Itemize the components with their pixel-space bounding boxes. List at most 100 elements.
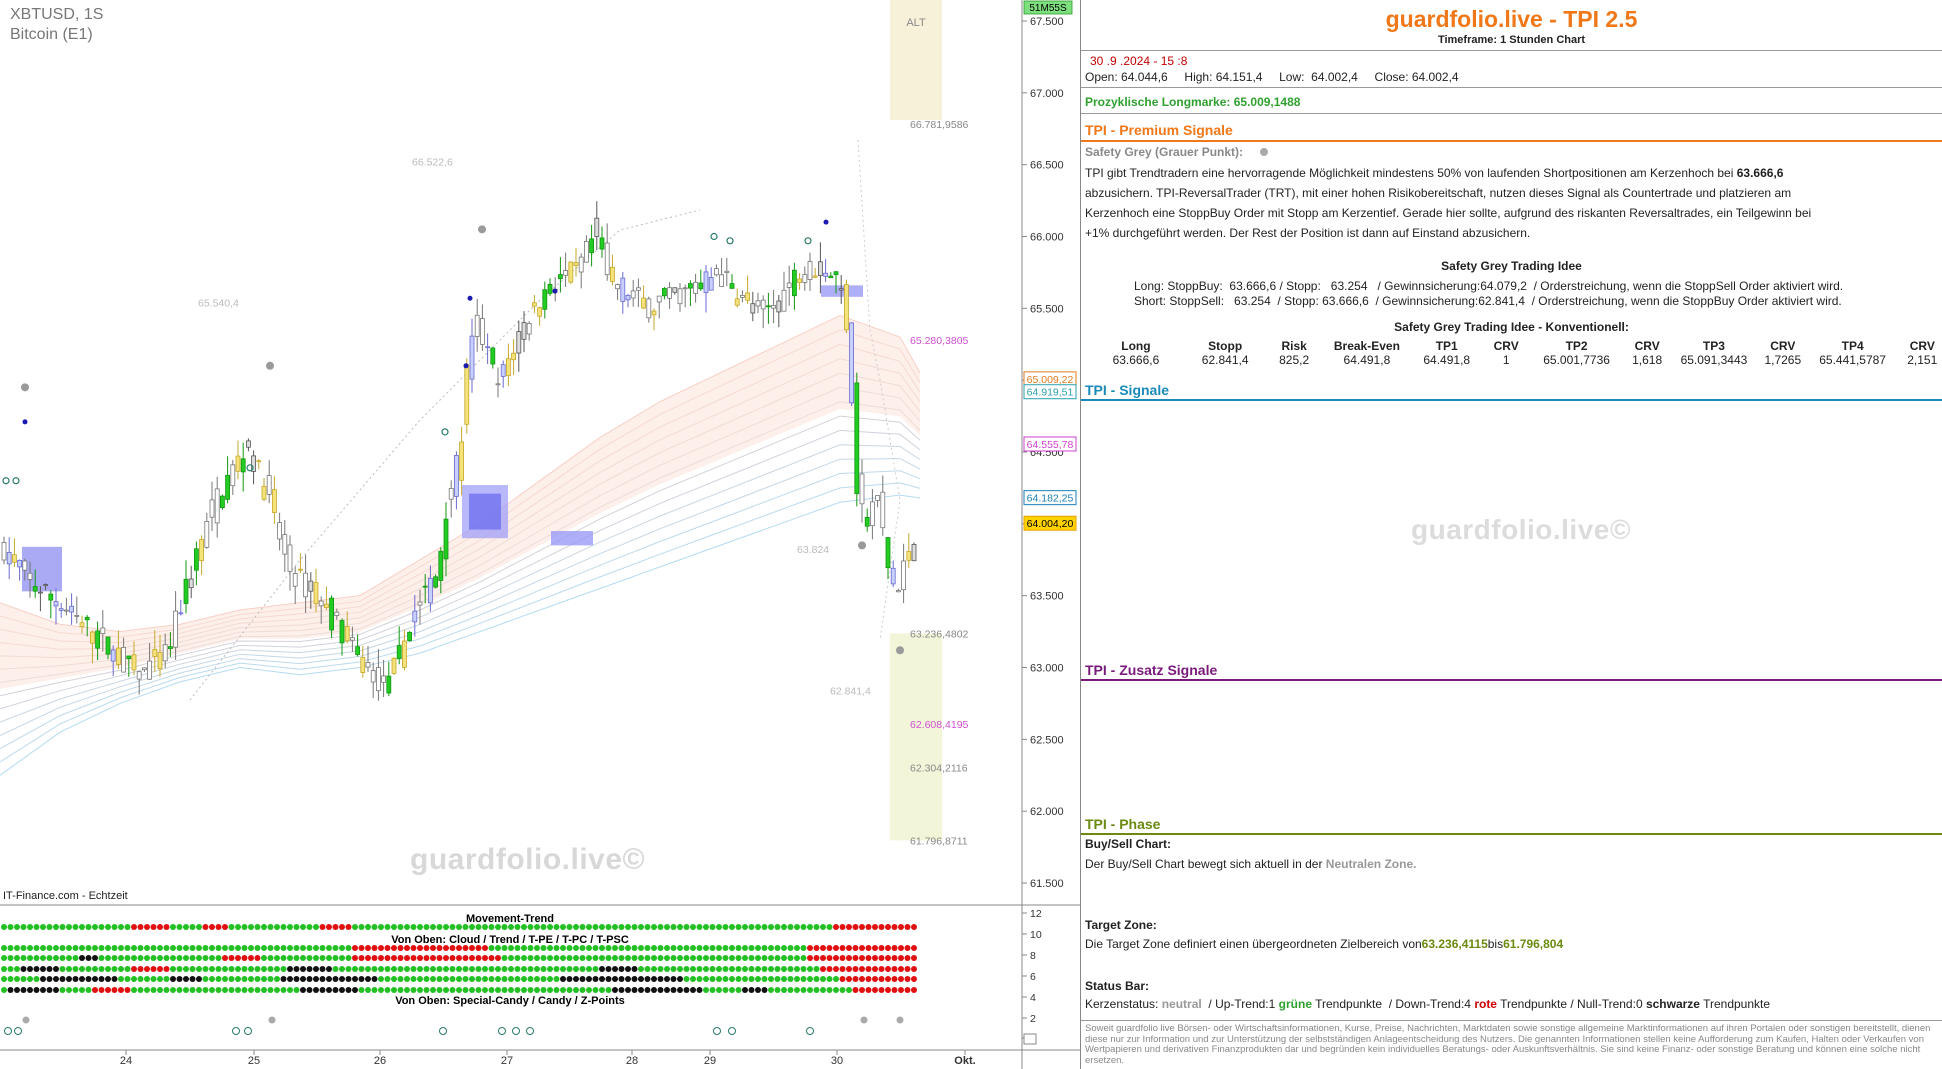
indicator-dot [501,924,508,930]
indicator-dot [371,924,378,930]
indicator-dot [241,924,248,930]
indicator-dot [371,976,378,982]
indicator-dot [144,976,150,982]
indicator-dot [436,987,443,993]
indicator-dot [319,966,326,972]
tpi-panel: guardfolio.live - TPI 2.5 Timeframe: 1 S… [1081,0,1942,1069]
indicator-dot [105,966,111,972]
candle-body [266,475,272,495]
indicator-dot [339,945,345,951]
indicator-dot [865,955,872,961]
indicator-dot [599,945,605,951]
indicator-dot [482,966,488,972]
indicator-dot [40,976,46,982]
divider [1081,87,1942,88]
z-point-ring [4,1027,12,1035]
indicator-dot [404,945,410,951]
indicator-dot [144,924,150,930]
indicator-dot [287,955,293,961]
konv-value: 64.491,8 [1343,353,1391,367]
konv-title: Safety Grey Trading Idee - Konventionell… [1394,320,1629,334]
indicator-dot [235,945,241,951]
candle-body [105,636,111,655]
candle-body [1,542,7,561]
indicator-dot [911,987,917,993]
indicator-dot [27,966,33,972]
indicator-dot [612,966,618,972]
indicator-dot [566,955,573,961]
indicator-dot [131,945,137,951]
indicator-dot [1,945,7,951]
indicator-dot [20,987,27,993]
indicator-dot [833,955,839,961]
indicator-dot [852,924,859,930]
indicator-dot [456,955,462,961]
indicator-dot [540,987,547,993]
candle-body [625,294,631,301]
candle-body [734,298,740,306]
indicator-dot [521,966,527,972]
indicator-dot [436,955,443,961]
level-label: 66.522,6 [412,156,453,168]
indicator-dot [813,945,820,951]
indicator-dot [144,987,150,993]
indicator-dot [274,924,280,930]
candle-body [256,460,262,463]
indicator-dot [898,966,904,972]
indicator-dot [527,924,534,930]
indicator-dot [176,976,183,982]
indicator-dot [14,945,20,951]
indicator-dot [397,945,404,951]
indicator-dot [657,945,664,951]
indicator-dot [319,987,326,993]
indicator-dot [20,945,27,951]
indicator-dot [202,987,209,993]
chart-area[interactable]: ALT 66.781,9586 65.280,3805 63.236,4802 62.6… [0,0,1081,1069]
candle-body [864,517,870,527]
price-chart[interactable]: ALT 66.781,9586 65.280,3805 63.236,4802 62.6… [0,0,1080,1069]
indicator-dot [638,987,644,993]
candle-body [641,297,646,309]
candle-body [74,615,80,617]
indicator-dot [391,987,397,993]
indicator-dot [462,987,469,993]
z-point-ring [244,1027,252,1035]
indicator-dot [98,945,105,951]
indicator-dot [560,976,566,982]
konv-header: CRV [1770,339,1796,353]
candle-body [131,654,137,671]
indicator-dot [475,924,482,930]
indicator-dot [813,966,820,972]
candle-body [459,441,465,481]
indicator-dot [878,966,885,972]
z-point-dot [268,1016,276,1024]
candle-body [162,644,168,662]
indicator-dot [59,987,66,993]
indicator-dot [761,966,768,972]
indicator-dot [352,945,358,951]
indicator-dot [768,976,774,982]
watermark: guardfolio.live© [410,843,646,876]
indicator-dot [157,976,163,982]
indicator-dot [183,966,189,972]
indicator-dot [508,955,514,961]
candle-body [750,303,756,314]
indicator-dot [248,945,254,951]
indicator-dot [345,945,352,951]
indicator-dot [638,976,644,982]
candle-body [381,675,387,683]
indicator-dot [209,966,215,972]
indicator-dot [807,976,813,982]
indicator-dot [293,976,300,982]
indicator-dot [735,987,742,993]
indicator-dot [469,955,475,961]
indicator-dot [781,955,787,961]
indicator-dot [729,955,735,961]
indicator-dot [313,945,319,951]
candle-body [407,631,413,642]
indicator-dot [98,987,105,993]
indicator-dot [534,955,540,961]
panel-title: guardfolio.live - TPI 2.5 [1385,6,1638,32]
z-point-ring [512,1027,520,1035]
x-tick-label: 27 [501,1055,513,1067]
